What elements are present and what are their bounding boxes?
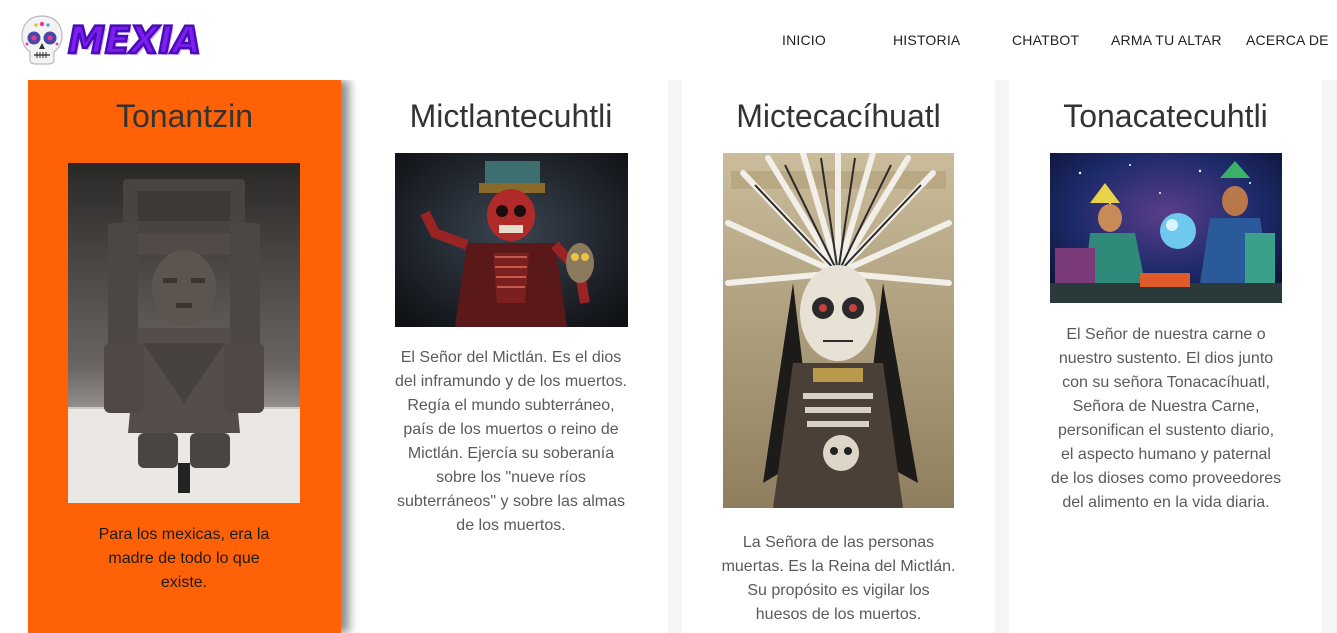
feathered-goddess-image — [723, 153, 954, 508]
card-image-tonantzin — [68, 163, 300, 503]
page: MEXIA INICIO HISTORIA CHATBOT ARMA TU AL… — [0, 0, 1337, 633]
card-title: Mictlantecuhtli — [409, 98, 613, 134]
nav-item-acerca-de[interactable]: ACERCA DE — [1246, 32, 1329, 48]
card-description: El Señor del Mictlán. Es el dios del inf… — [394, 349, 628, 534]
card-description: Para los mexicas, era la madre de todo l… — [98, 526, 270, 591]
main-nav: INICIO HISTORIA CHATBOT ARMA TU ALTAR AC… — [0, 0, 1337, 80]
card-gutter — [995, 80, 1009, 633]
nav-item-inicio[interactable]: INICIO — [782, 32, 826, 48]
nav-item-historia[interactable]: HISTORIA — [893, 32, 960, 48]
card-image-tonacatecuhtli — [1050, 153, 1282, 303]
card-mictecacihuatl[interactable]: Mictecacíhuatl La Señora de las personas… — [682, 80, 995, 633]
card-title: Tonantzin — [116, 98, 253, 134]
card-description: El Señor de nuestra carne o nuestro sust… — [1050, 326, 1282, 511]
card-title: Tonacatecuhtli — [1063, 98, 1268, 134]
card-description: La Señora de las personas muertas. Es la… — [721, 534, 956, 623]
card-mictlantecuhtli[interactable]: Mictlantecuhtli El Señor del Mictlán. Es… — [354, 80, 668, 633]
nav-item-chatbot[interactable]: CHATBOT — [1012, 32, 1079, 48]
card-gutter — [668, 80, 682, 633]
skeletal-god-image — [395, 153, 628, 327]
two-deities-image — [1050, 153, 1282, 303]
site-header: MEXIA INICIO HISTORIA CHATBOT ARMA TU AL… — [0, 0, 1337, 80]
card-tonantzin[interactable]: Tonantzin Para los mexicas, era la madre… — [28, 80, 341, 633]
card-title: Mictecacíhuatl — [736, 98, 941, 134]
nav-item-arma-tu-altar[interactable]: ARMA TU ALTAR — [1111, 32, 1222, 48]
stone-statue-image — [68, 163, 300, 503]
card-tonacatecuhtli[interactable]: Tonacatecuhtli El Señor de nuestra carne… — [1009, 80, 1322, 633]
card-image-mictecacihuatl — [723, 153, 954, 508]
card-image-mictlantecuhtli — [395, 153, 628, 327]
card-gutter — [1322, 80, 1337, 633]
